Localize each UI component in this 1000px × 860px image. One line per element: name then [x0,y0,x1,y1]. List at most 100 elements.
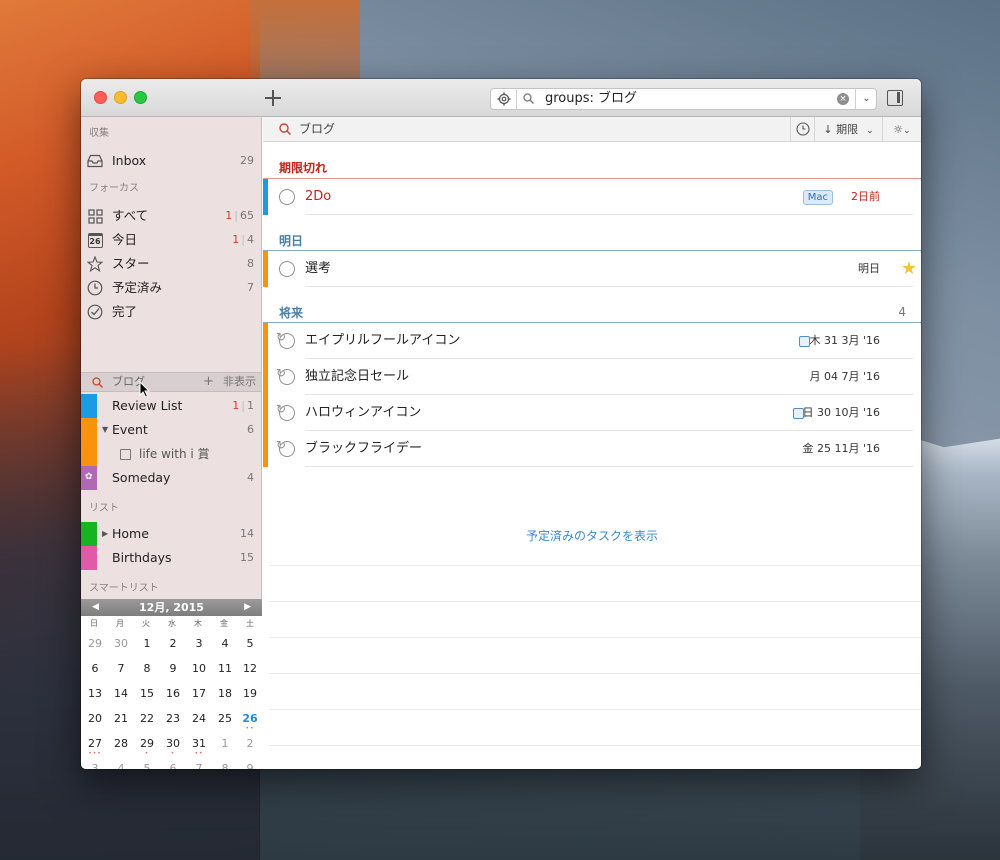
calendar-day[interactable]: 22 [134,711,160,727]
group-header-blog[interactable]: ブログ + 非表示 [81,372,261,392]
minimize-window-button[interactable] [114,91,127,104]
calendar-day[interactable]: 2 [237,736,263,752]
sidebar-item-scheduled[interactable]: 予定済み 7 [81,276,261,300]
sidebar-item-today[interactable]: 26 今日 1 | 4 [81,228,261,252]
sidebar-item-inbox[interactable]: Inbox 29 [81,149,261,173]
toggle-detail-panel-icon[interactable] [887,90,903,106]
task-checkbox[interactable] [279,189,295,205]
search-field[interactable]: × ⌄ [490,88,877,110]
sidebar-item-label: 完了 [112,304,138,319]
calendar-day[interactable]: 12 [237,661,263,677]
search-dropdown-button[interactable]: ⌄ [855,89,877,109]
history-clock-icon[interactable] [790,117,814,142]
disclosure-triangle-open-icon[interactable]: ▼ [102,418,108,442]
sidebar-item-life-with-i[interactable]: life with i 賞 [81,442,261,466]
task-row[interactable]: ↻ エイプリルフールアイコン 木 31 3月 '16 [263,323,921,359]
task-due-date: 日 30 10月 '16 [802,406,880,419]
section-count: 4 [898,305,906,319]
calendar-day[interactable]: 3 [186,636,212,652]
show-scheduled-tasks-link[interactable]: 予定済みのタスクを表示 [263,527,921,544]
calendar-grid: 日 月 火 水 木 金 土 29 30 1 2 3 4 5 6 7 8 9 10… [81,616,262,769]
calendar-day[interactable]: 5 [134,761,160,769]
sidebar-item-birthdays[interactable]: Birthdays 15 [81,546,261,570]
calendar-day[interactable]: 3 [82,761,108,769]
section-smart-lists: スマートリスト [89,583,159,594]
calendar-day[interactable]: 4 [108,761,134,769]
sidebar: 収集 Inbox 29 フォーカス すべて 1|65 26 今日 1|4 [81,117,262,769]
search-options-gear-icon[interactable] [491,89,517,109]
sidebar-item-label: すべて [112,208,149,223]
calendar-day[interactable]: 7 [108,661,134,677]
task-checkbox[interactable] [279,261,295,277]
calendar-day[interactable]: 24 [186,711,212,727]
task-title: 2Do [305,189,332,204]
task-due-date: 木 31 3月 '16 [809,334,880,347]
sidebar-item-label: 予定済み [112,280,163,295]
hide-group-button[interactable]: 非表示 [223,373,256,391]
zoom-window-button[interactable] [134,91,147,104]
calendar-day[interactable]: 11 [212,661,238,677]
calendar-day[interactable]: 14 [108,686,134,702]
item-count: 15 [240,551,254,564]
sidebar-item-someday[interactable]: Someday 4 [81,466,261,490]
item-count: 7 [247,281,254,294]
sidebar-item-all[interactable]: すべて 1 | 65 [81,204,261,228]
calendar-day[interactable]: 7 [186,761,212,769]
list-color-bar [263,251,268,287]
calendar-day[interactable]: 9 [160,661,186,677]
item-count: 6 [247,423,254,436]
weekday-label: 日 [90,619,98,628]
star-icon[interactable]: ★ [901,260,917,278]
close-window-button[interactable] [94,91,107,104]
next-month-icon[interactable]: ▶ [244,599,251,616]
calendar-day[interactable]: 13 [82,686,108,702]
calendar-day[interactable]: 19 [237,686,263,702]
calendar-day[interactable]: 10 [186,661,212,677]
calendar-day[interactable]: 29 [82,636,108,652]
add-task-button[interactable] [261,86,285,110]
calendar-day[interactable]: 17 [186,686,212,702]
task-row[interactable]: ↻ ブラックフライデー 金 25 11月 '16 [263,431,921,467]
calendar-day[interactable]: 6 [82,661,108,677]
calendar-day[interactable]: 1 [212,736,238,752]
sidebar-item-event[interactable]: ▼ Event 6 [81,418,261,442]
calendar-day[interactable]: 6 [160,761,186,769]
task-row[interactable]: 2Do Mac 2日前 [263,179,921,215]
sidebar-item-home[interactable]: ▶ Home 14 [81,522,261,546]
prev-month-icon[interactable]: ◀ [92,599,99,616]
calendar-day[interactable]: 8 [134,661,160,677]
task-row[interactable]: 選考 明日 ★ [263,251,921,287]
section-focus: フォーカス [89,183,139,194]
calendar-day[interactable]: 1 [134,636,160,652]
sidebar-item-review-list[interactable]: Review List 1 | 1 [81,394,261,418]
calendar-day[interactable]: 21 [108,711,134,727]
disclosure-triangle-closed-icon[interactable]: ▶ [102,522,108,546]
clock-icon [87,280,103,296]
calendar-day[interactable]: 20 [82,711,108,727]
calendar-day[interactable]: 5 [237,636,263,652]
calendar-day[interactable]: 15 [134,686,160,702]
empty-row-divider [269,601,921,602]
task-row[interactable]: ↻ ハロウィンアイコン 日 30 10月 '16 [263,395,921,431]
task-tag[interactable]: Mac [802,190,833,205]
calendar-day[interactable]: 4 [212,636,238,652]
sort-by-due-button[interactable]: ↓ 期限 ⌄ [814,117,882,142]
calendar-day[interactable]: 2 [160,636,186,652]
add-to-group-button[interactable]: + [203,373,214,391]
search-clear-icon[interactable]: × [837,93,849,105]
task-row[interactable]: ↻ 独立記念日セール 月 04 7月 '16 [263,359,921,395]
calendar-day[interactable]: 8 [212,761,238,769]
calendar-day[interactable]: 18 [212,686,238,702]
calendar-day[interactable]: 28 [108,736,134,752]
sidebar-item-starred[interactable]: スター 8 [81,252,261,276]
calendar-day[interactable]: 30 [108,636,134,652]
display-options-sun-icon[interactable]: ☼⌄ [882,117,921,142]
calendar-day[interactable]: 16 [160,686,186,702]
sidebar-item-label: Review List [112,398,183,413]
search-input[interactable] [545,89,825,109]
calendar-day[interactable]: 23 [160,711,186,727]
calendar-day[interactable]: 25 [212,711,238,727]
sidebar-item-completed[interactable]: 完了 [81,300,261,324]
calendar-day[interactable]: 9 [237,761,263,769]
task-due-date: 月 04 7月 '16 [809,370,880,383]
